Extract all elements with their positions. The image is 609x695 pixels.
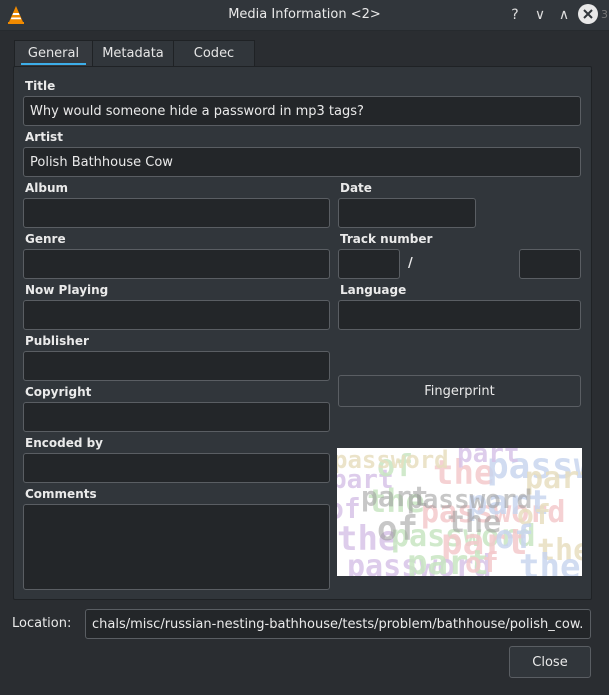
language-field[interactable] [338,300,581,330]
track-number-field[interactable] [338,249,400,279]
cover-art-word: password [337,448,449,474]
track-number-label: Track number [340,232,433,246]
album-field[interactable] [23,198,330,228]
encoded-by-field[interactable] [23,453,330,483]
title-bar: Media Information <2> ? ∨ ∧ 3 [0,0,609,31]
maximize-icon[interactable]: ∧ [555,6,573,24]
fingerprint-button[interactable]: Fingerprint [338,375,581,407]
comments-field[interactable] [23,504,330,590]
language-label: Language [340,283,407,297]
tab-codec[interactable]: Codec [173,40,255,67]
cover-art-word: the [519,547,580,576]
copyright-field[interactable] [23,402,330,432]
help-icon[interactable]: ? [506,6,524,24]
cover-art-image: partofthepasswordpartofthepasswordpartof… [337,448,582,576]
genre-field[interactable] [23,249,330,279]
genre-label: Genre [25,232,66,246]
background-window-text: 3 [601,8,608,21]
artist-field[interactable] [23,147,581,177]
artist-label: Artist [25,130,63,144]
cover-art-word: of [377,509,418,549]
cover-art-word: part [457,448,520,469]
date-label: Date [340,181,372,195]
now-playing-field[interactable] [23,300,330,330]
track-separator: / [408,256,413,271]
tab-general[interactable]: General [14,40,93,67]
title-field[interactable] [23,96,581,126]
cover-art-word: password [407,485,532,515]
encoded-by-label: Encoded by [25,436,104,450]
title-label: Title [25,79,56,93]
cover-art-graphic: partofthepasswordpartofthepasswordpartof… [337,448,582,576]
date-field[interactable] [338,198,476,228]
publisher-field[interactable] [23,351,330,381]
track-total-field[interactable] [519,249,581,279]
now-playing-label: Now Playing [25,283,109,297]
cover-art-word: of [465,546,499,576]
tab-metadata[interactable]: Metadata [92,40,174,67]
copyright-label: Copyright [25,385,92,399]
comments-label: Comments [25,487,97,501]
album-label: Album [25,181,69,195]
minimize-icon[interactable]: ∨ [531,6,549,24]
publisher-label: Publisher [25,334,89,348]
location-field[interactable] [85,609,591,639]
close-button[interactable]: Close [509,646,591,678]
location-label: Location: [12,616,72,631]
close-window-icon[interactable] [578,4,598,24]
